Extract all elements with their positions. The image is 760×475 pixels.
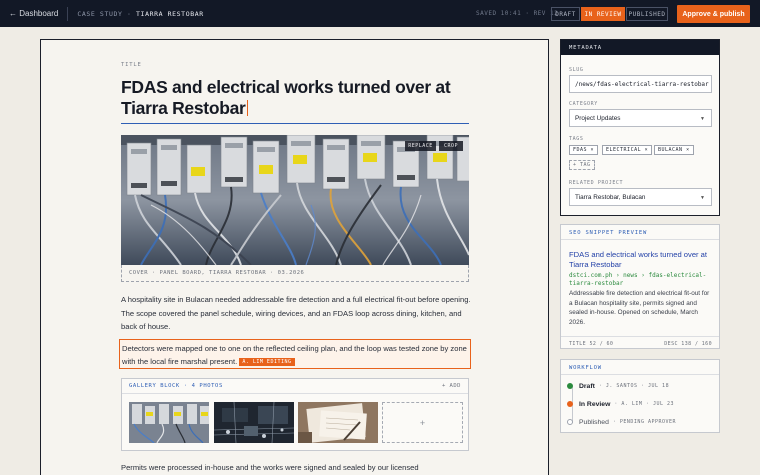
seo-header: SEO SNIPPET PREVIEW [561, 225, 719, 240]
tags-label: TAGS [569, 136, 584, 142]
metadata-header: METADATA [561, 40, 719, 55]
add-tag-button[interactable]: + TAG [569, 160, 595, 170]
slug-label: SLUG [569, 67, 584, 73]
title-field-label: TITLE [121, 62, 142, 68]
documents-thumbnail [298, 402, 378, 443]
gallery-photo-1[interactable] [129, 402, 209, 443]
cover-image[interactable]: REPLACE CROP [121, 135, 469, 265]
panel-board-photo [121, 135, 469, 265]
article-editor: TITLE FDAS and electrical works turned o… [40, 39, 549, 475]
paragraph-1[interactable]: A hospitality site in Bulacan needed add… [121, 293, 471, 334]
gallery-header: GALLERY BLOCK · 4 PHOTOS [129, 383, 223, 389]
workflow-step-meta: · PENDING APPROVER [612, 419, 677, 425]
workflow-step-meta: · A. LIM · JUL 23 [614, 401, 675, 407]
approve-publish-button[interactable]: Approve & publish [677, 5, 750, 23]
workflow-step-meta: · J. SANTOS · JUL 18 [598, 383, 670, 389]
related-project-label: RELATED PROJECT [569, 180, 624, 186]
workflow-header: WORKFLOW [561, 360, 719, 375]
tag-fdas[interactable]: FDAS × [569, 145, 599, 155]
workflow-step-published: Published · PENDING APPROVER [567, 417, 676, 427]
seo-char-counts: TITLE 52 / 60 DESC 138 / 160 [561, 336, 719, 349]
article-title-input[interactable]: FDAS and electrical works turned over at… [121, 77, 471, 119]
seo-title[interactable]: FDAS and electrical works turned over at… [569, 250, 714, 270]
chevron-down-icon: ▼ [700, 116, 705, 122]
seo-description: Addressable fire detection and electrica… [569, 290, 710, 326]
workflow-step-name: Published [579, 418, 609, 426]
top-bar: ← Dashboard CASE STUDY · TIARRA RESTOBAR… [0, 0, 760, 27]
status-draft-button[interactable]: DRAFT [551, 7, 580, 21]
related-project-select[interactable]: Tiarra Restobar, Bulacan ▼ [569, 188, 712, 206]
status-published-button[interactable]: PUBLISHED [626, 7, 668, 21]
paragraph-3[interactable]: Permits were processed in-house and the … [121, 461, 471, 475]
breadcrumb-title: TIARRA RESTOBAR [136, 9, 204, 18]
workflow-step-name: Draft [579, 382, 595, 390]
gallery-add-tile[interactable]: + [382, 402, 463, 443]
breadcrumb: CASE STUDY · TIARRA RESTOBAR [77, 10, 203, 18]
category-label: CATEGORY [569, 101, 598, 107]
gallery-photo-3[interactable] [298, 402, 378, 443]
slug-input[interactable]: /news/fdas-electrical-tiarra-restobar [569, 75, 712, 93]
tag-bulacan[interactable]: BULACAN × [654, 145, 694, 155]
related-project-value: Tiarra Restobar, Bulacan [575, 194, 646, 201]
category-value: Project Updates [575, 115, 621, 122]
text-caret [246, 100, 248, 116]
back-to-dashboard-link[interactable]: ← Dashboard [9, 9, 58, 18]
gallery-divider [122, 393, 468, 394]
status-dot-icon [567, 419, 573, 425]
workflow-step-in-review: In Review · A. LIM · JUL 23 [567, 399, 674, 409]
seo-title-count: TITLE 52 / 60 [569, 341, 614, 347]
save-status: SAVED 10:41 · REV 12 [476, 10, 559, 17]
collaborator-editing-badge: A. LIM EDITING [239, 358, 295, 366]
metadata-panel: METADATA SLUG /news/fdas-electrical-tiar… [560, 39, 720, 216]
category-select[interactable]: Project Updates ▼ [569, 109, 712, 127]
topbar-divider [67, 6, 69, 21]
circuit-board-thumbnail [214, 402, 294, 443]
paragraph-2-active[interactable]: Detectors were mapped one to one on the … [119, 339, 471, 369]
seo-url: dstci.com.ph › news › fdas-electrical-ti… [569, 272, 707, 287]
workflow-panel: WORKFLOW Draft · J. SANTOS · JUL 18 In R… [560, 359, 720, 433]
seo-preview-panel: SEO SNIPPET PREVIEW FDAS and electrical … [560, 224, 720, 349]
replace-cover-button[interactable]: REPLACE [405, 141, 436, 151]
breadcrumb-section: CASE STUDY · [77, 9, 132, 18]
gallery-add-button[interactable]: + ADD [442, 383, 461, 389]
article-title-text: FDAS and electrical works turned over at… [121, 77, 451, 118]
gallery-block: GALLERY BLOCK · 4 PHOTOS + ADD + [121, 378, 469, 451]
tag-electrical[interactable]: ELECTRICAL × [602, 145, 653, 155]
status-in-review-button[interactable]: IN REVIEW [581, 7, 625, 21]
status-dot-icon [567, 401, 573, 407]
chevron-down-icon: ▼ [700, 195, 705, 201]
breakers-thumbnail [129, 402, 209, 443]
workflow-step-draft: Draft · J. SANTOS · JUL 18 [567, 381, 669, 391]
cover-caption[interactable]: COVER · PANEL BOARD, TIARRA RESTOBAR · 0… [121, 265, 469, 282]
status-dot-icon [567, 383, 573, 389]
gallery-photo-2[interactable] [214, 402, 294, 443]
title-underline [121, 123, 469, 124]
seo-desc-count: DESC 138 / 160 [664, 341, 712, 347]
crop-cover-button[interactable]: CROP [439, 141, 463, 151]
workflow-step-name: In Review [579, 400, 611, 408]
